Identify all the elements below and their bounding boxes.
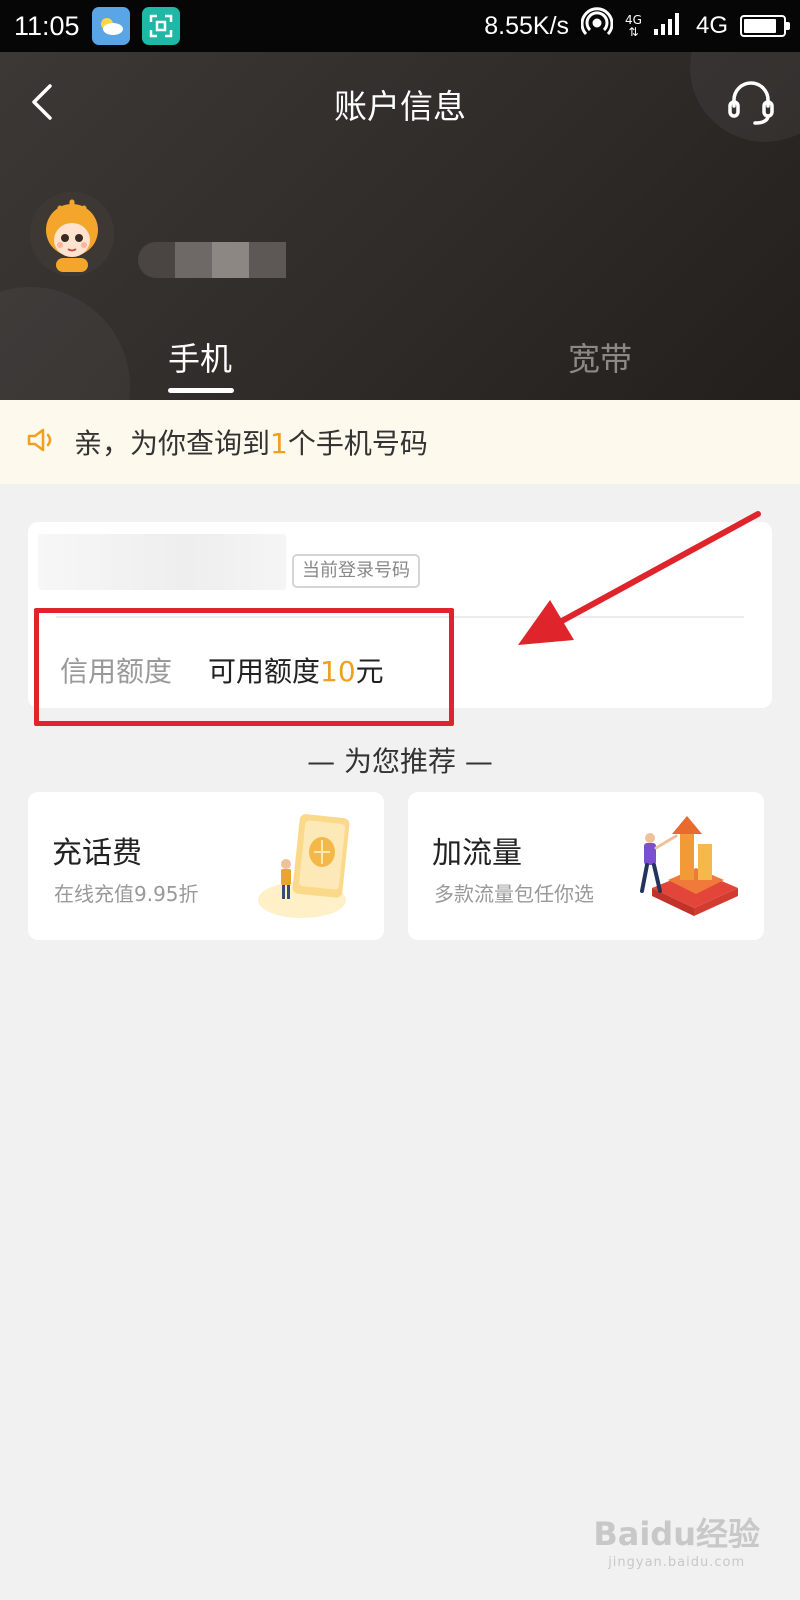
- customer-service-button[interactable]: [724, 76, 778, 128]
- current-login-tag: 当前登录号码: [292, 554, 420, 588]
- scan-icon: [141, 7, 180, 45]
- data-plan-title: 加流量: [432, 836, 522, 871]
- account-header: 账户信息 手机 宽带: [0, 52, 800, 400]
- recharge-illustration-icon: [258, 814, 350, 918]
- network-small: 4G ⇅: [625, 14, 642, 38]
- notice-suffix: 个手机号码: [287, 427, 428, 460]
- weather-icon: [91, 7, 130, 45]
- baidu-watermark: Baidu经验 jingyan.baidu.com: [593, 1509, 760, 1570]
- net-speed: 8.55K/s: [484, 11, 570, 40]
- tab-indicator: [168, 388, 234, 393]
- phone-number-blurred: [38, 534, 286, 590]
- avatar[interactable]: [30, 192, 114, 276]
- tab-phone[interactable]: 手机: [168, 334, 232, 380]
- account-tabs: 手机 宽带: [0, 334, 800, 400]
- battery-icon: [740, 15, 790, 37]
- data-illustration-icon: [640, 816, 738, 916]
- annotation-arrow-icon: [518, 511, 761, 645]
- masked-phone-number: [138, 242, 286, 278]
- page-title: 账户信息: [334, 87, 466, 126]
- notice-bar: 亲，为你查询到1个手机号码: [0, 400, 800, 484]
- speaker-icon: [26, 427, 56, 457]
- watermark-main: Baidu经验: [593, 1515, 760, 1553]
- data-arrows-icon: ⇅: [628, 25, 639, 39]
- status-time: 11:05: [14, 10, 80, 41]
- status-bar: 11:05 8.55K/s 4G ⇅ 4G: [0, 0, 800, 52]
- recharge-card[interactable]: 充话费 在线充值9.95折: [28, 792, 384, 940]
- network-type: 4G: [695, 12, 728, 39]
- tab-broadband[interactable]: 宽带: [568, 334, 632, 380]
- notice-prefix: 亲，为你查询到: [74, 427, 271, 460]
- data-plan-desc: 多款流量包任你选: [434, 882, 594, 906]
- notice-count: 1: [270, 427, 288, 460]
- notice-text: 亲，为你查询到1个手机号码: [74, 422, 428, 462]
- annotation-highlight-box: [34, 608, 454, 726]
- watermark-sub: jingyan.baidu.com: [608, 1555, 746, 1570]
- avatar-image: [30, 192, 114, 276]
- recharge-title: 充话费: [52, 836, 142, 871]
- signal-icon: [653, 11, 684, 42]
- data-plan-card[interactable]: 加流量 多款流量包任你选: [408, 792, 764, 940]
- headset-icon: [728, 81, 774, 125]
- recommend-title: — 为您推荐 —: [307, 745, 493, 778]
- recharge-desc: 在线充值9.95折: [54, 882, 199, 906]
- hotspot-icon: [580, 6, 614, 46]
